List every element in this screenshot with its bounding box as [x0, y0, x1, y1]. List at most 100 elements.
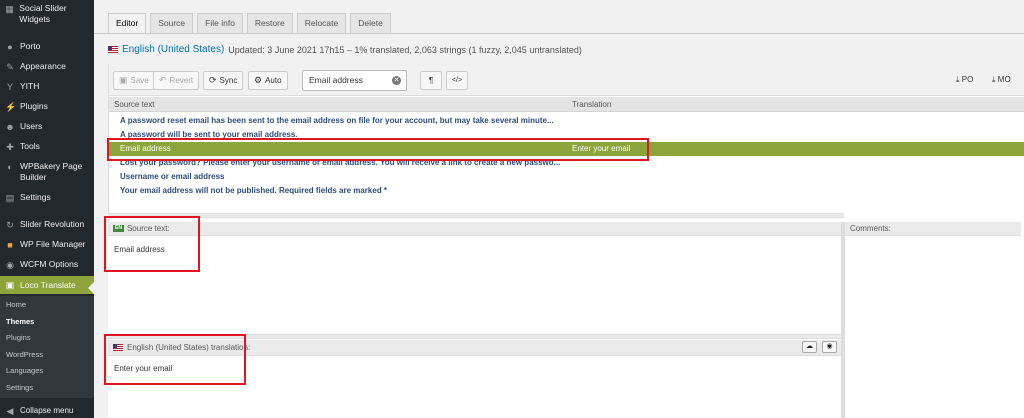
- sidebar-item-social-slider-widgets[interactable]: ▦ Social Slider Widgets: [0, 3, 94, 25]
- sidebar-item-label: Loco Translate: [20, 280, 76, 290]
- settings-icon: ▤: [5, 193, 15, 203]
- paintbrush-icon: ✎: [6, 62, 14, 72]
- highlight-box-selected-row: [107, 138, 649, 161]
- sync-button[interactable]: ⟳ Sync: [203, 71, 244, 90]
- sync-icon: ⟳: [209, 75, 217, 85]
- tab-editor[interactable]: Editor: [108, 13, 147, 33]
- string-list-header: Source text Translation: [109, 97, 1024, 112]
- sidebar-item-label: Tools: [20, 141, 40, 151]
- yith-icon: Y: [6, 82, 13, 92]
- wcfm-icon: ◉: [6, 260, 14, 270]
- translation-column-header[interactable]: Translation: [572, 100, 611, 109]
- clear-search-icon[interactable]: ✕: [392, 76, 401, 85]
- users-icon: ☻: [5, 122, 15, 132]
- comments-pane: Comments:: [841, 222, 1021, 418]
- auto-label: Auto: [265, 76, 282, 85]
- sidebar-item-label: Slider Revolution: [20, 219, 85, 229]
- admin-sidebar: ▦ Social Slider Widgets ● Porto ✎ Appear…: [0, 0, 94, 418]
- cloud-suggest-button[interactable]: ☁: [802, 341, 817, 353]
- collapse-icon: ◀: [6, 406, 14, 416]
- sync-label: Sync: [219, 76, 238, 85]
- sidebar-item-label: Porto: [20, 41, 41, 51]
- sidebar-item-appearance[interactable]: ✎ Appearance: [0, 61, 94, 72]
- sidebar-item-plugins[interactable]: ⚡ Plugins: [0, 101, 94, 112]
- sidebar-item-settings[interactable]: ▤ Settings: [0, 192, 94, 203]
- sidebar-item-wpbakery[interactable]: ◐ WPBakery Page Builder: [0, 161, 90, 183]
- file-manager-icon: ■: [7, 240, 13, 250]
- translate-icon: ▣: [5, 280, 15, 290]
- auto-button[interactable]: ⚙ Auto: [248, 71, 288, 90]
- search-value: Email address: [309, 75, 363, 85]
- sidebar-item-label: Settings: [20, 192, 51, 202]
- widget-icon: ▦: [5, 4, 14, 14]
- mo-label: MO: [997, 75, 1011, 84]
- tabs-divider: [94, 33, 1024, 34]
- sidebar-item-users[interactable]: ☻ Users: [0, 121, 94, 132]
- sidebar-item-tools[interactable]: ✚ Tools: [0, 141, 94, 152]
- editor-toolbar: ▣ Save ↶ Revert ⟳ Sync ⚙ Auto Email addr…: [109, 64, 1024, 96]
- submenu-item-settings[interactable]: Settings: [0, 380, 94, 397]
- save-label: Save: [130, 76, 149, 85]
- source-column-header[interactable]: Source text: [114, 100, 154, 109]
- sidebar-item-porto[interactable]: ● Porto: [0, 41, 94, 52]
- pilcrow-icon: ¶: [428, 76, 434, 85]
- us-flag-icon: [108, 46, 118, 53]
- main-content: Editor Source File info Restore Relocate…: [94, 0, 1024, 418]
- row-source: Your email address will not be published…: [120, 186, 388, 195]
- tab-restore[interactable]: Restore: [246, 13, 293, 33]
- sidebar-item-label: Social Slider Widgets: [19, 3, 67, 24]
- sidebar-item-label: YITH: [20, 81, 40, 91]
- wpbakery-icon: ◐: [7, 162, 13, 172]
- tab-file-info[interactable]: File info: [197, 13, 243, 33]
- collapse-menu-label: Collapse menu: [20, 406, 74, 415]
- list-pane-resize-handle[interactable]: [108, 213, 844, 218]
- sidebar-item-wcfm-options[interactable]: ◉ WCFM Options: [0, 259, 94, 270]
- string-row[interactable]: A password reset email has been sent to …: [109, 114, 1024, 128]
- save-button[interactable]: ▣ Save: [113, 71, 155, 90]
- cloud-icon: ☁: [806, 343, 813, 350]
- string-row[interactable]: Your email address will not be published…: [109, 184, 1024, 198]
- file-header: English (United States) Updated: 3 June …: [108, 44, 582, 55]
- plug-icon: ⚡: [5, 102, 17, 112]
- slider-icon: ↻: [6, 220, 14, 230]
- sidebar-item-loco-translate[interactable]: ▣ Loco Translate: [0, 276, 94, 294]
- robot-icon: ⚙: [254, 75, 263, 85]
- submenu-item-wordpress[interactable]: WordPress: [0, 347, 94, 364]
- preview-button[interactable]: ◉: [822, 341, 837, 353]
- code-icon: </>: [451, 77, 463, 84]
- sidebar-item-label: WPBakery Page Builder: [20, 161, 83, 182]
- submenu-item-themes[interactable]: Themes: [0, 314, 94, 331]
- sidebar-item-wp-file-manager[interactable]: ■ WP File Manager: [0, 239, 94, 250]
- collapse-menu-button[interactable]: ◀ Collapse menu: [0, 405, 94, 416]
- string-row[interactable]: Username or email address: [109, 170, 1024, 184]
- language-link[interactable]: English (United States): [122, 44, 224, 55]
- sidebar-item-slider-revolution[interactable]: ↻ Slider Revolution: [0, 219, 94, 230]
- invisibles-toggle-button[interactable]: ¶: [420, 71, 442, 90]
- tab-delete[interactable]: Delete: [350, 13, 391, 33]
- sidebar-item-yith[interactable]: Y YITH: [0, 81, 94, 92]
- search-input[interactable]: Email address ✕: [302, 70, 407, 91]
- submenu-item-languages[interactable]: Languages: [0, 363, 94, 380]
- comments-label: Comments:: [850, 224, 891, 233]
- po-label: PO: [961, 75, 974, 84]
- code-view-button[interactable]: </>: [446, 71, 468, 90]
- comments-pane-header: Comments:: [845, 222, 1021, 236]
- download-mo-button[interactable]: ⤓ MO: [992, 75, 1011, 85]
- wrench-icon: ✚: [6, 142, 14, 152]
- highlight-box-source-text: [104, 216, 200, 272]
- source-pane: [108, 222, 844, 334]
- loco-submenu: Home Themes Plugins WordPress Languages …: [0, 296, 94, 398]
- row-source: A password reset email has been sent to …: [120, 116, 554, 125]
- submenu-item-home[interactable]: Home: [0, 297, 94, 314]
- sidebar-item-label: Plugins: [20, 101, 48, 111]
- tab-source[interactable]: Source: [150, 13, 194, 33]
- tab-relocate[interactable]: Relocate: [296, 13, 347, 33]
- save-icon: ▣: [119, 75, 128, 85]
- download-icon: ⤓: [992, 75, 996, 84]
- revert-button[interactable]: ↶ Revert: [153, 71, 200, 90]
- download-po-button[interactable]: ⤓ PO: [956, 75, 973, 85]
- submenu-item-plugins[interactable]: Plugins: [0, 330, 94, 347]
- highlight-box-translation: [104, 334, 246, 385]
- revert-label: Revert: [169, 76, 194, 85]
- editor-tabs: Editor Source File info Restore Relocate…: [108, 13, 395, 33]
